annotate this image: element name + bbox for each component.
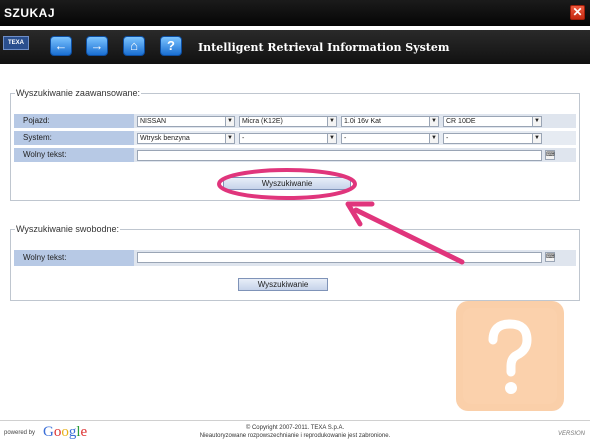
forward-button[interactable]: → xyxy=(86,36,108,56)
window-titlebar: SZUKAJ ✕ xyxy=(0,0,590,26)
free-text-row: Wolny tekst: ⌨ xyxy=(14,148,576,162)
home-icon: ⌂ xyxy=(130,38,138,53)
copyright-text: © Copyright 2007-2011. TEXA S.p.A. Nieau… xyxy=(170,424,420,440)
texa-logo: TEXA xyxy=(3,36,29,50)
system-value: Wtrysk benzyna xyxy=(140,135,190,142)
back-button[interactable]: ← xyxy=(50,36,72,56)
free-search-row: Wolny tekst: ⌨ xyxy=(14,250,576,266)
close-button[interactable]: ✕ xyxy=(570,5,585,20)
home-button[interactable]: ⌂ xyxy=(123,36,145,56)
vehicle-code-select[interactable]: CR 10DE ▼ xyxy=(443,116,542,127)
arrow-left-icon: ← xyxy=(54,38,68,53)
help-overlay-icon xyxy=(456,301,564,411)
vehicle-engine-value: 1.0i 16v Kat xyxy=(344,118,381,125)
vehicle-engine-select[interactable]: 1.0i 16v Kat ▼ xyxy=(341,116,439,127)
dropdown-arrow-icon: ▼ xyxy=(327,134,336,143)
vehicle-make-value: NISSAN xyxy=(140,118,167,125)
keyboard-icon[interactable]: ⌨ xyxy=(545,252,555,262)
window-title: SZUKAJ xyxy=(4,6,56,20)
system-option3-value: - xyxy=(344,135,347,142)
free-search-button[interactable]: Wyszukiwanie xyxy=(238,278,328,291)
vehicle-label: Pojazd: xyxy=(14,114,134,128)
arrow-right-icon: → xyxy=(90,38,104,53)
system-option2-select[interactable]: - ▼ xyxy=(239,133,337,144)
system-option4-select[interactable]: - ▼ xyxy=(443,133,542,144)
help-button[interactable]: ? xyxy=(160,36,182,56)
vehicle-model-select[interactable]: Micra (K12E) ▼ xyxy=(239,116,337,127)
vehicle-make-select[interactable]: NISSAN ▼ xyxy=(137,116,235,127)
free-search-input[interactable] xyxy=(137,252,542,263)
free-search-legend: Wyszukiwanie swobodne: xyxy=(15,224,120,234)
dropdown-arrow-icon: ▼ xyxy=(225,117,234,126)
help-icon: ? xyxy=(167,38,175,53)
vehicle-code-value: CR 10DE xyxy=(446,118,476,125)
dropdown-arrow-icon: ▼ xyxy=(429,117,438,126)
main-content: Wyszukiwanie zaawansowane: Pojazd: NISSA… xyxy=(0,64,590,420)
app-title: Intelligent Retrieval Information System xyxy=(198,41,450,54)
vehicle-model-value: Micra (K12E) xyxy=(242,118,283,125)
free-text-label: Wolny tekst: xyxy=(14,148,134,162)
version-text: VERSION xyxy=(557,431,585,437)
dropdown-arrow-icon: ▼ xyxy=(532,134,541,143)
system-row: System: Wtrysk benzyna ▼ - ▼ - ▼ - ▼ xyxy=(14,131,576,145)
dropdown-arrow-icon: ▼ xyxy=(327,117,336,126)
free-search-label: Wolny tekst: xyxy=(14,250,134,266)
dropdown-arrow-icon: ▼ xyxy=(532,117,541,126)
advanced-search-panel: Wyszukiwanie zaawansowane: Pojazd: NISSA… xyxy=(10,88,580,201)
dropdown-arrow-icon: ▼ xyxy=(429,134,438,143)
system-option4-value: - xyxy=(446,135,449,142)
advanced-search-button[interactable]: Wyszukiwanie xyxy=(223,177,351,190)
dropdown-arrow-icon: ▼ xyxy=(225,134,234,143)
advanced-search-legend: Wyszukiwanie zaawansowane: xyxy=(15,88,141,98)
google-logo: Google xyxy=(43,424,88,440)
vehicle-row: Pojazd: NISSAN ▼ Micra (K12E) ▼ 1.0i 16v… xyxy=(14,114,576,128)
footer: powered by Google © Copyright 2007-2011.… xyxy=(0,420,590,445)
powered-by-text: powered by xyxy=(4,430,36,436)
system-label: System: xyxy=(14,131,134,145)
toolbar: TEXA ← → ⌂ ? Intelligent Retrieval Infor… xyxy=(0,30,590,64)
copyright-line: © Copyright 2007-2011. TEXA S.p.A. xyxy=(245,425,345,431)
free-search-panel: Wyszukiwanie swobodne: Wolny tekst: ⌨ Wy… xyxy=(10,224,580,301)
close-icon: ✕ xyxy=(572,5,583,19)
system-select[interactable]: Wtrysk benzyna ▼ xyxy=(137,133,235,144)
system-option3-select[interactable]: - ▼ xyxy=(341,133,439,144)
system-option2-value: - xyxy=(242,135,245,142)
free-text-input[interactable] xyxy=(137,150,542,161)
keyboard-icon[interactable]: ⌨ xyxy=(545,150,555,160)
notice-line: Nieautoryzowane rozpowszechnianie i repr… xyxy=(199,433,391,439)
